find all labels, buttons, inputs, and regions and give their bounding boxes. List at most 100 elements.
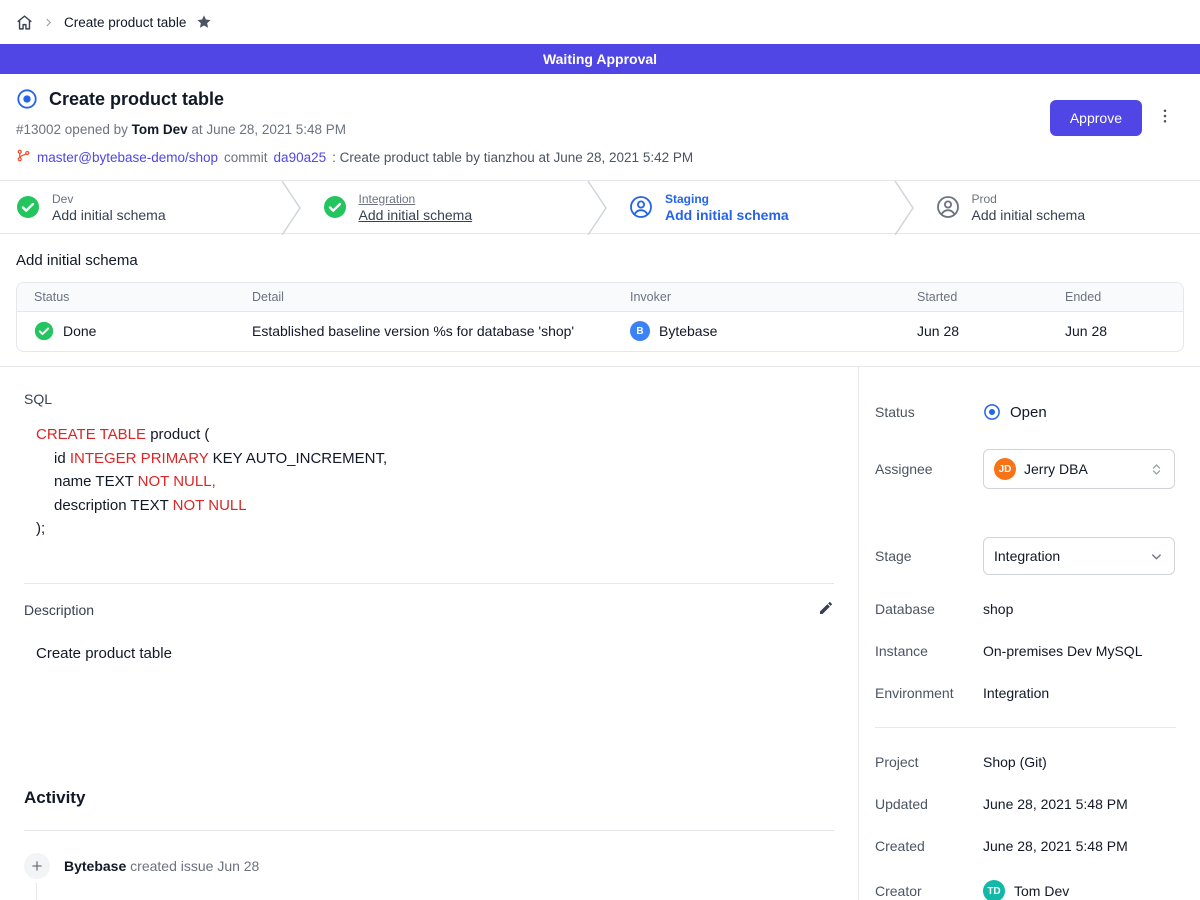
environment-value: Integration xyxy=(983,685,1049,701)
stage-task-label: Add initial schema xyxy=(665,207,789,223)
assignee-value: Jerry DBA xyxy=(1024,461,1088,477)
stage-separator xyxy=(587,181,609,233)
task-heading: Add initial schema xyxy=(16,252,1184,269)
issue-header-left: Create product table #13002 opened by To… xyxy=(16,86,693,166)
edit-pencil-icon[interactable] xyxy=(818,600,834,621)
pipeline-stage-integration[interactable]: IntegrationAdd initial schema xyxy=(303,181,588,233)
issue-id-text: #13002 opened by xyxy=(16,122,132,137)
task-table: Status Detail Invoker Started Ended Done… xyxy=(16,282,1184,352)
assignee-select[interactable]: JD Jerry DBA xyxy=(983,449,1175,489)
avatar: B xyxy=(630,321,650,341)
assignee-row: Assignee JD Jerry DBA xyxy=(875,449,1176,489)
check-circle-icon xyxy=(34,321,54,341)
status-row: Status Open xyxy=(875,403,1176,421)
activity-actor: Bytebase xyxy=(64,858,126,874)
created-row: Created June 28, 2021 5:48 PM xyxy=(875,838,1176,854)
git-commit-icon xyxy=(16,148,31,166)
description-label: Description xyxy=(24,602,94,618)
environment-row: Environment Integration xyxy=(875,685,1176,701)
project-label: Project xyxy=(875,754,983,770)
issue-time: at June 28, 2021 5:48 PM xyxy=(188,122,346,137)
chevron-down-icon xyxy=(1149,549,1164,564)
status-open-icon xyxy=(983,403,1001,421)
chevron-right-icon xyxy=(43,17,54,28)
user-circle-icon xyxy=(629,195,653,219)
add-comment-icon[interactable] xyxy=(24,853,50,879)
stage-env-label: Integration xyxy=(359,192,473,206)
col-status: Status xyxy=(17,283,235,311)
task-table-header-row: Status Detail Invoker Started Ended xyxy=(17,283,1184,311)
database-value: shop xyxy=(983,601,1013,617)
avatar: JD xyxy=(994,458,1016,480)
updated-value: June 28, 2021 5:48 PM xyxy=(983,796,1128,812)
stage-label: Stage xyxy=(875,548,983,564)
commit-message: : Create product table by tianzhou at Ju… xyxy=(332,150,693,165)
activity-heading: Activity xyxy=(24,788,834,808)
database-row: Database shop xyxy=(875,601,1176,617)
breadcrumb-title[interactable]: Create product table xyxy=(64,15,186,30)
issue-open-icon xyxy=(16,88,38,110)
divider xyxy=(875,727,1176,728)
issue-meta: #13002 opened by Tom Dev at June 28, 202… xyxy=(16,122,693,139)
activity-item: Bytebase created issue Jun 28 xyxy=(24,853,834,879)
issue-header-actions: Approve xyxy=(1050,100,1176,136)
page-title: Create product table xyxy=(49,89,224,110)
pipeline-stage-staging[interactable]: StagingAdd initial schema xyxy=(609,181,894,233)
stage-select[interactable]: Integration xyxy=(983,537,1175,575)
database-label: Database xyxy=(875,601,983,617)
activity-action: created issue Jun 28 xyxy=(126,858,259,874)
status-label: Status xyxy=(875,404,983,420)
divider xyxy=(24,583,834,584)
stage-task-label: Add initial schema xyxy=(52,207,166,223)
stage-task-label: Add initial schema xyxy=(359,207,473,223)
table-row[interactable]: Done Established baseline version %s for… xyxy=(17,311,1184,351)
sql-label: SQL xyxy=(24,391,834,407)
pipeline-bar: DevAdd initial schema IntegrationAdd ini… xyxy=(0,180,1200,234)
instance-label: Instance xyxy=(875,643,983,659)
issue-header: Create product table #13002 opened by To… xyxy=(0,74,1200,180)
check-circle-icon xyxy=(323,195,347,219)
branch-link[interactable]: master@bytebase-demo/shop xyxy=(37,150,218,165)
col-ended: Ended xyxy=(1048,283,1184,311)
status-value: Open xyxy=(1010,404,1047,421)
task-ended: Jun 28 xyxy=(1065,323,1107,339)
status-banner: Waiting Approval xyxy=(0,44,1200,74)
project-value: Shop (Git) xyxy=(983,754,1047,770)
issue-author: Tom Dev xyxy=(132,122,188,137)
selector-icon xyxy=(1149,462,1164,477)
pipeline-stage-dev[interactable]: DevAdd initial schema xyxy=(0,181,281,233)
col-invoker: Invoker xyxy=(613,283,900,311)
assignee-label: Assignee xyxy=(875,461,983,477)
stage-env-label: Staging xyxy=(665,192,789,206)
creator-row: Creator TD Tom Dev xyxy=(875,880,1176,900)
approve-button[interactable]: Approve xyxy=(1050,100,1142,136)
commit-hash-link[interactable]: da90a25 xyxy=(274,150,327,165)
home-icon[interactable] xyxy=(16,14,33,31)
environment-label: Environment xyxy=(875,685,983,701)
status-banner-text: Waiting Approval xyxy=(543,51,657,67)
sql-line: name TEXT NOT NULL, xyxy=(36,470,834,494)
divider xyxy=(24,830,834,831)
stage-separator xyxy=(281,181,303,233)
pipeline-stage-prod[interactable]: ProdAdd initial schema xyxy=(916,181,1200,233)
left-column: SQL CREATE TABLE product (id INTEGER PRI… xyxy=(0,367,858,900)
star-icon[interactable] xyxy=(196,14,212,30)
more-menu-icon[interactable] xyxy=(1154,105,1176,132)
breadcrumb: Create product table xyxy=(0,0,1200,44)
commit-word: commit xyxy=(224,150,268,165)
task-detail: Established baseline version %s for data… xyxy=(252,323,574,339)
user-circle-icon xyxy=(936,195,960,219)
stage-separator xyxy=(894,181,916,233)
instance-row: Instance On-premises Dev MySQL xyxy=(875,643,1176,659)
created-value: June 28, 2021 5:48 PM xyxy=(983,838,1128,854)
task-section: Add initial schema Status Detail Invoker… xyxy=(0,234,1200,366)
issue-sidebar: Status Open Assignee JD Jerry DBA Stage … xyxy=(858,367,1200,900)
stage-env-label: Prod xyxy=(972,192,1086,206)
task-invoker: Bytebase xyxy=(659,323,717,339)
creator-value: Tom Dev xyxy=(1014,883,1069,899)
col-started: Started xyxy=(900,283,1048,311)
description-text: Create product table xyxy=(36,645,834,662)
avatar: TD xyxy=(983,880,1005,900)
sql-code: CREATE TABLE product (id INTEGER PRIMARY… xyxy=(36,423,834,541)
commit-row: master@bytebase-demo/shop commit da90a25… xyxy=(16,148,693,166)
